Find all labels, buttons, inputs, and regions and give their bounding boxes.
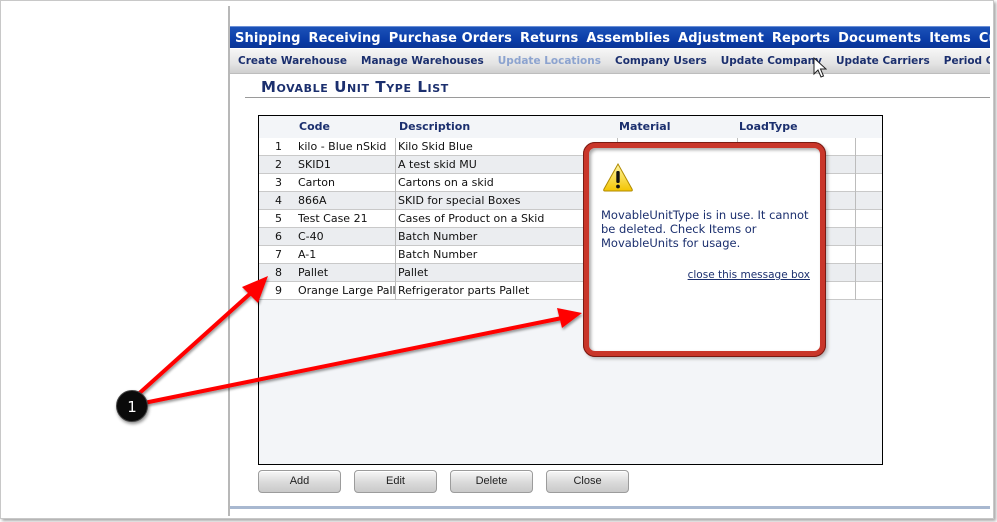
cell-extra [855, 174, 883, 192]
close-button[interactable]: Close [546, 470, 629, 493]
dialog-message: MovableUnitType is in use. It cannot be … [601, 208, 809, 250]
nav-receiving[interactable]: Receiving [304, 28, 384, 48]
nav-adjustment[interactable]: Adjustment [673, 28, 767, 48]
row-number: 2 [275, 158, 282, 171]
cell-code: Test Case 21 [298, 210, 396, 228]
cell-extra [855, 192, 883, 210]
nav-reports[interactable]: Reports [767, 28, 833, 48]
sub-nav: Create Warehouse Manage Warehouses Update … [230, 49, 990, 74]
cell-extra [855, 138, 883, 156]
mouse-cursor-icon [813, 57, 827, 78]
subnav-company-users[interactable]: Company Users [607, 49, 713, 73]
close-message-link[interactable]: close this message box [688, 269, 810, 281]
cell-code: SKID1 [298, 156, 396, 174]
nav-documents[interactable]: Documents [833, 28, 924, 48]
cell-extra [855, 246, 883, 264]
subnav-manage-warehouses[interactable]: Manage Warehouses [353, 49, 490, 73]
nav-items[interactable]: Items [924, 28, 974, 48]
row-number: 4 [275, 194, 282, 207]
row-number: 9 [275, 284, 282, 297]
row-number: 7 [275, 248, 282, 261]
cell-code: 866A [298, 192, 396, 210]
bottom-divider [230, 506, 990, 509]
column-header-loadtype[interactable]: LoadType [739, 120, 798, 133]
nav-assemblies[interactable]: Assemblies [581, 28, 673, 48]
cell-code: Pallet [298, 264, 396, 282]
subnav-create-warehouse[interactable]: Create Warehouse [230, 49, 353, 73]
cell-extra [855, 282, 883, 300]
grid-header: Code Description Material LoadType [259, 116, 882, 138]
nav-shipping[interactable]: Shipping [230, 28, 304, 48]
cell-extra [855, 264, 883, 282]
page-title: Movable Unit Type List [261, 78, 449, 96]
cell-code: Carton [298, 174, 396, 192]
subnav-update-locations[interactable]: Update Locations [490, 49, 607, 73]
row-number: 6 [275, 230, 282, 243]
main-nav: Shipping Receiving Purchase Orders Returns A… [230, 26, 990, 48]
row-number: 5 [275, 212, 282, 225]
nav-customers[interactable]: Custome [974, 28, 990, 48]
cell-code: A-1 [298, 246, 396, 264]
nav-purchase-orders[interactable]: Purchase Orders [384, 28, 515, 48]
cell-extra [855, 156, 883, 174]
column-header-code[interactable]: Code [299, 120, 330, 133]
warning-icon [603, 162, 633, 192]
column-header-material[interactable]: Material [619, 120, 670, 133]
cell-extra [855, 228, 883, 246]
cell-code: Orange Large Pallet [298, 282, 396, 300]
row-number: 3 [275, 176, 282, 189]
subnav-period-close[interactable]: Period Close [936, 49, 990, 73]
delete-button[interactable]: Delete [450, 470, 533, 493]
callout-badge: 1 [116, 390, 148, 422]
nav-returns[interactable]: Returns [515, 28, 581, 48]
column-header-description[interactable]: Description [399, 120, 470, 133]
cell-extra [855, 210, 883, 228]
error-message-dialog: MovableUnitType is in use. It cannot be … [583, 142, 826, 357]
left-divider [228, 6, 230, 516]
subnav-update-company[interactable]: Update Company [713, 49, 828, 73]
edit-button[interactable]: Edit [354, 470, 437, 493]
row-number: 1 [275, 140, 282, 153]
row-number: 8 [275, 266, 282, 279]
add-button[interactable]: Add [258, 470, 341, 493]
subnav-update-carriers[interactable]: Update Carriers [828, 49, 936, 73]
title-divider [245, 97, 990, 98]
cell-code: kilo - Blue nSkid [298, 138, 396, 156]
cell-code: C-40 [298, 228, 396, 246]
